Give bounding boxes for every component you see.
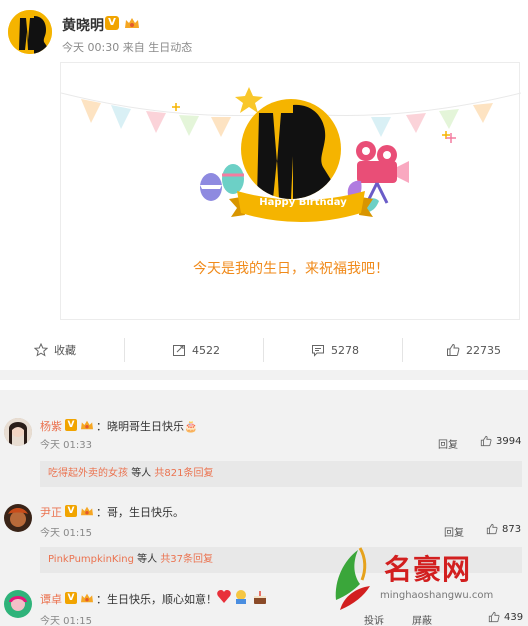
like-count: 22735 (466, 343, 501, 357)
comment-count: 5278 (331, 343, 359, 357)
reply-summary[interactable]: 吃得起外卖的女孩 等人 共821条回复 (40, 461, 522, 487)
reply-middle: 等人 (137, 554, 158, 565)
post-meta: 今天 00:30 来自 生日动态 (62, 41, 193, 54)
commenter-name[interactable]: 杨紫 (40, 418, 62, 434)
happy-birthday-label: Happy Birthday (259, 197, 347, 208)
comment-time: 今天 01:15 (40, 528, 92, 539)
crown-icon (81, 506, 93, 516)
reply-button[interactable]: 回复 (444, 524, 464, 539)
reply-user[interactable]: PinkPumpkinKing (48, 554, 134, 565)
verified-icon: V (65, 505, 77, 517)
comment-like-button[interactable]: 3994 (480, 435, 521, 447)
comment-text: ：晓明哥生日快乐🎂 (96, 420, 198, 433)
reply-button[interactable]: 回复 (438, 436, 458, 451)
commenter-name[interactable]: 尹正 (40, 504, 62, 520)
divider (263, 338, 264, 362)
favorite-button[interactable]: 收藏 (34, 340, 76, 360)
favorite-label: 收藏 (54, 344, 76, 357)
post-header: 黄晓明 V 今天 00:30 来自 生日动态 (0, 0, 528, 62)
comment-like-button[interactable]: 873 (486, 523, 521, 535)
crown-icon (81, 593, 93, 603)
birthday-illustration (61, 87, 521, 222)
author-name[interactable]: 黄晓明 (62, 15, 104, 35)
action-bar: 收藏 4522 5278 22735 (0, 330, 528, 380)
crown-icon (125, 18, 139, 28)
thumbs-up-icon (486, 523, 498, 535)
comment-like-count: 873 (502, 523, 522, 535)
repost-icon (173, 345, 185, 356)
emoji-icons (217, 590, 266, 604)
comment-time: 今天 01:33 (40, 440, 92, 451)
comment-text: ：哥，生日快乐。 (96, 506, 184, 519)
reply-count[interactable]: 共37条回复 (160, 554, 213, 565)
author-avatar[interactable] (8, 10, 52, 54)
thumbs-up-icon (480, 435, 492, 447)
commenter-avatar[interactable] (4, 418, 32, 446)
watermark-url: minghaoshangwu.com (380, 590, 494, 601)
like-button[interactable]: 22735 (446, 340, 501, 360)
verified-icon: V (65, 419, 77, 431)
divider (402, 338, 403, 362)
crown-icon (81, 420, 93, 430)
comment-time: 今天 01:15 (40, 616, 92, 626)
comment-item: 杨紫 V ：晓明哥生日快乐🎂 今天 01:33 回复 3994 吃得起外卖的女孩… (0, 410, 528, 506)
repost-button[interactable]: 4522 (172, 340, 220, 360)
commenter-avatar[interactable] (4, 504, 32, 532)
repost-count: 4522 (192, 343, 220, 357)
watermark-name: 名豪网 (384, 553, 472, 586)
reply-count[interactable]: 共821条回复 (154, 468, 213, 479)
verified-icon: V (65, 592, 77, 604)
reply-user[interactable]: 吃得起外卖的女孩 (48, 468, 128, 479)
verified-icon: V (105, 16, 119, 30)
comment-icon (312, 345, 324, 357)
comment-button[interactable]: 5278 (311, 340, 359, 360)
thumbs-up-icon (447, 343, 460, 356)
comment-like-count: 3994 (496, 435, 522, 447)
birthday-message: 今天是我的生日，来祝福我吧！ (193, 261, 389, 277)
reply-middle: 等人 (131, 468, 152, 479)
commenter-name[interactable]: 谭卓 (40, 591, 62, 607)
star-icon (34, 343, 48, 357)
comment-text: ：生日快乐，顺心如意！ (96, 593, 217, 606)
commenter-avatar[interactable] (4, 590, 32, 618)
divider (124, 338, 125, 362)
birthday-card[interactable]: Happy Birthday 今天是我的生日，来祝福我吧！ (60, 62, 521, 320)
weibo-post-page: 黄晓明 V 今天 00:30 来自 生日动态 Happy Birthday 今天… (0, 0, 528, 626)
